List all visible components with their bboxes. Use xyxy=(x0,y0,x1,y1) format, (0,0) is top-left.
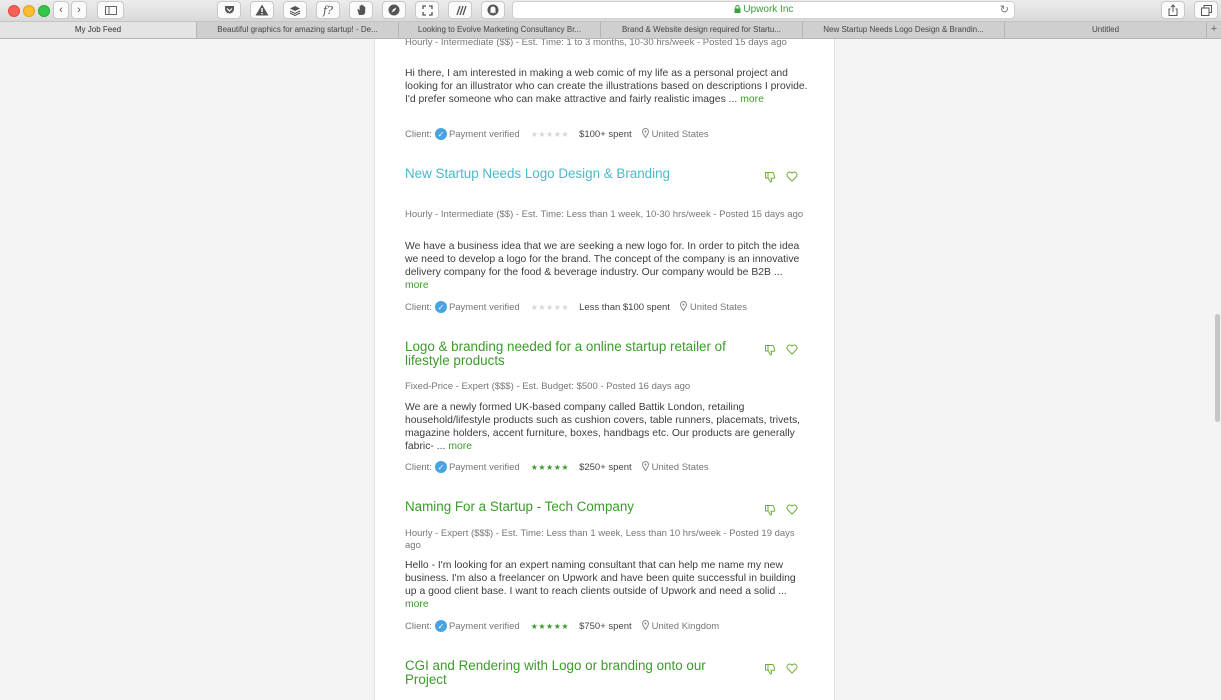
location-pin-icon xyxy=(641,620,649,632)
job-meta: Hourly - Intermediate ($$) - Est. Time: … xyxy=(405,39,787,48)
heart-icon[interactable] xyxy=(786,171,798,184)
client-info: Client: ✓ Payment verified ★★★★★ $100+ s… xyxy=(405,128,709,140)
hand-icon[interactable] xyxy=(349,1,373,19)
pocket-icon[interactable] xyxy=(217,1,241,19)
job-meta: Hourly - Intermediate ($$) - Est. Time: … xyxy=(405,209,804,220)
rating-stars: ★★★★★ xyxy=(530,129,570,139)
job-title-link[interactable]: CGI and Rendering with Logo or branding … xyxy=(405,659,735,687)
lock-icon xyxy=(734,4,744,15)
heart-icon[interactable] xyxy=(786,344,798,357)
job-title-link[interactable]: Naming For a Startup - Tech Company xyxy=(405,500,765,514)
more-link[interactable]: more xyxy=(405,599,429,610)
sidebar-icon[interactable] xyxy=(97,1,124,19)
client-info: Client: ✓ Payment verified ★★★★★ $750+ s… xyxy=(405,620,720,632)
job-title-link[interactable]: Logo & branding needed for a online star… xyxy=(405,340,735,368)
more-link[interactable]: more xyxy=(740,94,764,105)
resize-icon[interactable] xyxy=(415,1,439,19)
tab-my-job-feed[interactable]: My Job Feed xyxy=(0,22,197,38)
job-description: We are a newly formed UK-based company c… xyxy=(405,402,801,452)
minimize-window-button[interactable] xyxy=(23,5,35,17)
client-info: Client: ✓ Payment verified ★★★★★ Less th… xyxy=(405,301,747,313)
job-meta: Hourly - Expert ($$$) - Est. Time: Less … xyxy=(405,528,795,551)
heart-icon[interactable] xyxy=(786,504,798,517)
share-icon[interactable] xyxy=(1161,1,1185,19)
page-content: Hourly - Intermediate ($$) - Est. Time: … xyxy=(0,39,1221,700)
thumbs-down-icon[interactable] xyxy=(764,504,776,518)
job-title-link[interactable]: New Startup Needs Logo Design & Branding xyxy=(405,167,735,181)
ghostery-icon[interactable] xyxy=(481,1,505,19)
rating-stars: ★★★★★ xyxy=(530,302,570,312)
verified-check-icon: ✓ xyxy=(434,620,447,632)
thumbs-down-icon[interactable] xyxy=(764,344,776,358)
slashes-icon[interactable] xyxy=(448,1,472,19)
verified-check-icon: ✓ xyxy=(434,461,447,473)
address-text: Upwork Inc xyxy=(743,4,794,15)
rating-stars: ★★★★★ xyxy=(530,462,570,472)
client-info: Client: ✓ Payment verified ★★★★★ $250+ s… xyxy=(405,461,709,473)
job-description: Hello - I'm looking for an expert naming… xyxy=(405,560,796,610)
script-icon[interactable]: f? xyxy=(316,1,340,19)
job-description: Hi there, I am interested in making a we… xyxy=(405,68,808,105)
close-window-button[interactable] xyxy=(8,5,20,17)
maximize-window-button[interactable] xyxy=(38,5,50,17)
location-pin-icon xyxy=(641,461,649,473)
back-icon[interactable]: ‹ xyxy=(53,1,69,19)
tab-evolve-marketing[interactable]: Looking to Evolve Marketing Consultancy … xyxy=(399,22,601,38)
tab-bar: My Job Feed Beautiful graphics for amazi… xyxy=(0,22,1221,39)
tab-untitled[interactable]: Untitled xyxy=(1005,22,1207,38)
forward-icon[interactable]: › xyxy=(71,1,87,19)
warning-icon[interactable] xyxy=(250,1,274,19)
location-pin-icon xyxy=(641,128,649,140)
compass-icon[interactable] xyxy=(382,1,406,19)
job-description: We have a business idea that we are seek… xyxy=(405,241,800,291)
verified-check-icon: ✓ xyxy=(434,128,447,140)
layers-icon[interactable] xyxy=(283,1,307,19)
tabs-overview-icon[interactable] xyxy=(1194,1,1218,19)
browser-toolbar: ‹ › f? Upwork Inc ↻ xyxy=(0,0,1221,22)
verified-check-icon: ✓ xyxy=(434,301,447,313)
thumbs-down-icon[interactable] xyxy=(764,171,776,185)
reload-icon[interactable]: ↻ xyxy=(1000,2,1009,18)
more-link[interactable]: more xyxy=(448,441,472,452)
tab-beautiful-graphics[interactable]: Beautiful graphics for amazing startup! … xyxy=(197,22,399,38)
tab-new-startup-logo[interactable]: New Startup Needs Logo Design & Brandin.… xyxy=(803,22,1005,38)
location-pin-icon xyxy=(679,301,687,313)
more-link[interactable]: more xyxy=(405,280,429,291)
page-scrollbar[interactable] xyxy=(1215,314,1220,422)
address-bar[interactable]: Upwork Inc ↻ xyxy=(512,1,1015,19)
heart-icon[interactable] xyxy=(786,663,798,676)
thumbs-down-icon[interactable] xyxy=(764,663,776,677)
job-feed: Hourly - Intermediate ($$) - Est. Time: … xyxy=(374,39,835,700)
job-meta: Fixed-Price - Expert ($$$) - Est. Budget… xyxy=(405,381,691,392)
rating-stars: ★★★★★ xyxy=(530,621,570,631)
new-tab-button[interactable]: + xyxy=(1207,22,1221,38)
tab-brand-website-design[interactable]: Brand & Website design required for Star… xyxy=(601,22,803,38)
